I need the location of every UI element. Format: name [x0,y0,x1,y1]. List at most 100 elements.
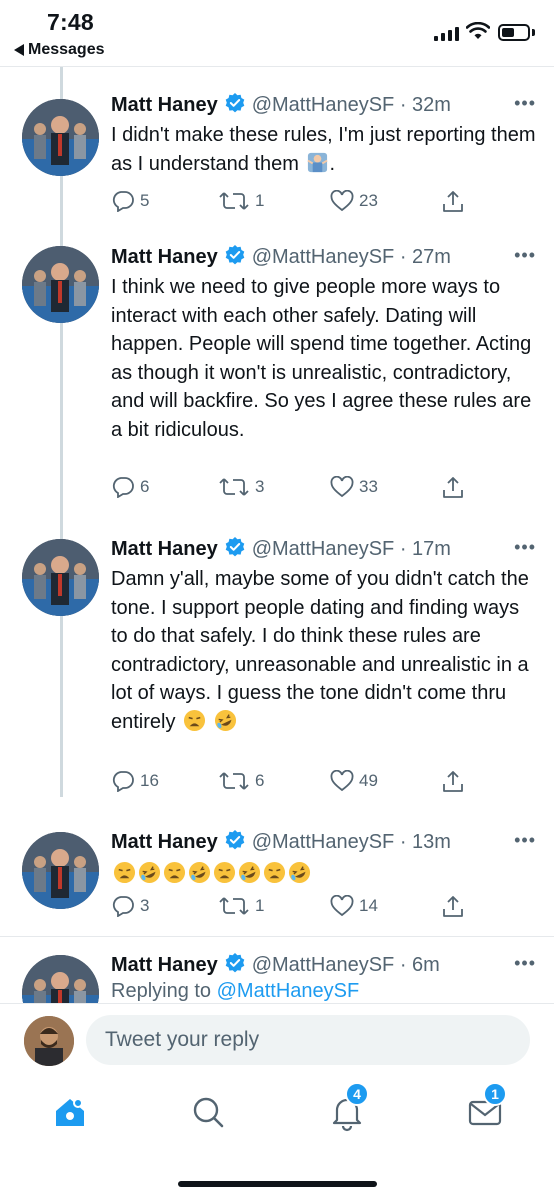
verified-badge-icon [224,92,246,119]
verified-badge-icon [224,829,246,856]
tweet-actions: 3 1 14 [111,895,536,925]
retweet-icon [219,897,249,915]
author-handle-time: @MattHaneySF · 17m [251,537,451,560]
more-options-icon[interactable]: ••• [514,93,536,114]
status-time: 7:48 [47,9,94,35]
share-icon [443,771,463,792]
cellular-signal-icon [434,25,460,41]
rolling-laughing-face-icon [288,861,311,884]
status-bar: 7:48 Messages [0,0,554,66]
reply-icon [112,477,134,498]
tab-messages[interactable]: 1 [465,1082,507,1132]
more-options-icon[interactable]: ••• [514,830,536,851]
reply-icon [112,896,134,917]
current-user-avatar[interactable] [24,1016,74,1066]
battery-icon [498,24,530,41]
heart-icon [330,190,354,212]
retweet-icon [219,192,249,210]
share-button[interactable] [441,476,465,500]
like-button[interactable]: 23 [330,190,378,212]
like-button[interactable]: 14 [330,895,378,917]
tweet-text: I didn't make these rules, I'm just repo… [111,124,536,175]
tweet-text: Damn y'all, maybe some of you didn't cat… [111,568,529,733]
back-arrow-icon [14,44,24,56]
tweet-text: I think we need to give people more ways… [111,276,532,441]
home-icon [56,1098,84,1126]
back-label: Messages [28,41,105,58]
more-options-icon[interactable]: ••• [514,953,536,974]
share-button[interactable] [441,770,465,794]
tab-home[interactable] [50,1092,90,1132]
avatar[interactable] [22,832,99,909]
weary-face-icon [113,861,136,884]
messages-badge: 1 [483,1082,507,1106]
tweet-reply-input[interactable] [86,1015,530,1065]
replying-to: Replying to @MattHaneySF [111,980,360,1002]
avatar[interactable] [22,955,99,1003]
verified-badge-icon [224,244,246,271]
reply-button[interactable]: 3 [111,895,149,917]
bottom-tab-bar: 4 1 [0,1080,554,1150]
author-handle-time: @MattHaneySF · 32m [251,93,451,116]
reply-icon [112,191,134,212]
heart-icon [330,770,354,792]
wifi-icon [465,21,491,45]
share-icon [443,896,463,917]
heart-icon [330,476,354,498]
share-button[interactable] [441,895,465,919]
tweet-actions: 6 3 33 [111,476,536,506]
share-icon [443,477,463,498]
author-handle-time: @MattHaneySF · 27m [251,245,451,268]
share-button[interactable] [441,190,465,214]
rolling-laughing-face-icon [188,861,211,884]
avatar[interactable] [22,246,99,323]
more-options-icon[interactable]: ••• [514,537,536,558]
reply-button[interactable]: 16 [111,770,159,792]
home-indicator[interactable] [178,1181,377,1187]
author-name[interactable]: Matt Haney [111,246,218,269]
tweet-actions: 16 6 49 [111,770,536,800]
replying-to-handle-link[interactable]: @MattHaneySF [217,980,360,1002]
notifications-badge: 4 [345,1082,369,1106]
retweet-icon [219,772,249,790]
back-to-messages[interactable]: Messages [14,41,105,59]
person-shrugging-icon [307,152,329,172]
like-button[interactable]: 49 [330,770,378,792]
rolling-laughing-face-icon [238,861,261,884]
rolling-laughing-face-icon [138,861,161,884]
author-name[interactable]: Matt Haney [111,954,218,977]
retweet-button[interactable]: 1 [218,190,264,212]
retweet-button[interactable]: 3 [218,476,264,498]
tweet-thread[interactable]: Matt Haney @MattHaneySF · 32m ••• I didn… [0,67,554,1003]
more-options-icon[interactable]: ••• [514,245,536,266]
avatar[interactable] [22,539,99,616]
author-name[interactable]: Matt Haney [111,831,218,854]
verified-badge-icon [224,536,246,563]
like-button[interactable]: 33 [330,476,378,498]
weary-face-icon [213,861,236,884]
retweet-button[interactable]: 6 [218,770,264,792]
weary-face-icon [184,709,206,731]
weary-face-icon [263,861,286,884]
author-handle-time: @MattHaneySF · 13m [251,830,451,853]
search-icon [193,1097,224,1128]
reply-button[interactable]: 6 [111,476,149,498]
verified-badge-icon [224,952,246,979]
tab-notifications[interactable]: 4 [327,1082,369,1132]
tweet-text [111,860,536,889]
share-icon [443,191,463,212]
retweet-button[interactable]: 1 [218,895,264,917]
thread-connector [60,67,63,797]
tweet-actions: 5 1 23 [111,190,536,220]
author-name[interactable]: Matt Haney [111,538,218,561]
heart-icon [330,895,354,917]
retweet-icon [219,478,249,496]
reply-button[interactable]: 5 [111,190,149,212]
avatar[interactable] [22,99,99,176]
weary-face-icon [163,861,186,884]
author-handle-time: @MattHaneySF · 6m [251,953,440,976]
tab-search[interactable] [188,1092,228,1132]
author-name[interactable]: Matt Haney [111,94,218,117]
rolling-laughing-face-icon [214,709,236,731]
reply-icon [112,771,134,792]
